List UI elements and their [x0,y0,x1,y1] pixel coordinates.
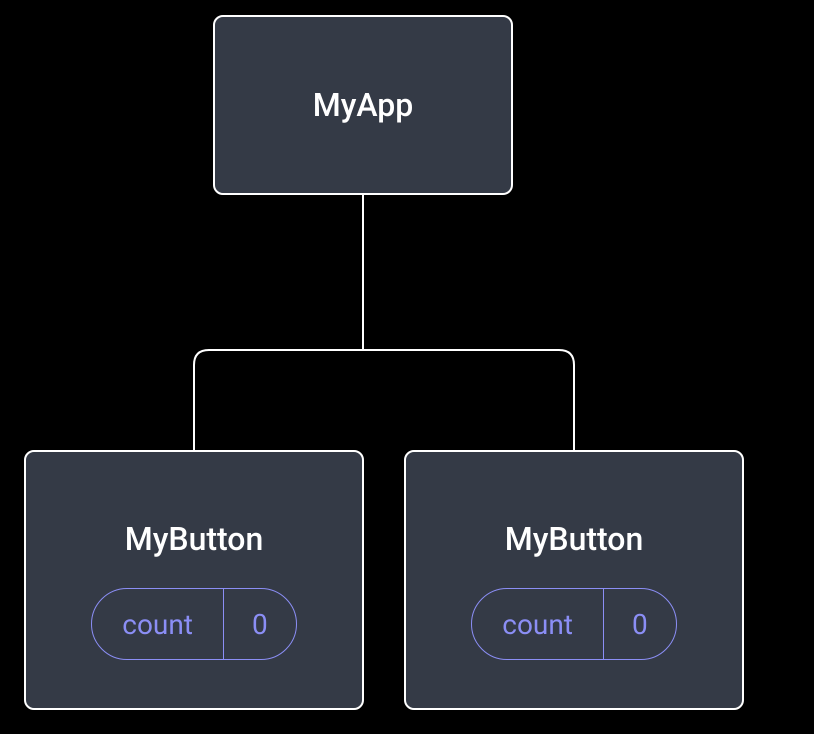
state-value-right: 0 [604,589,676,659]
node-myapp-label: MyApp [313,86,414,124]
node-mybutton-right-label: MyButton [505,520,644,558]
state-pill-left: count 0 [91,588,296,660]
state-name-right: count [472,589,604,659]
state-value-left: 0 [224,589,296,659]
state-pill-right: count 0 [471,588,676,660]
node-mybutton-right: MyButton count 0 [404,450,744,710]
state-name-left: count [92,589,224,659]
node-mybutton-left: MyButton count 0 [24,450,364,710]
node-mybutton-left-label: MyButton [125,520,264,558]
node-myapp: MyApp [213,15,513,195]
